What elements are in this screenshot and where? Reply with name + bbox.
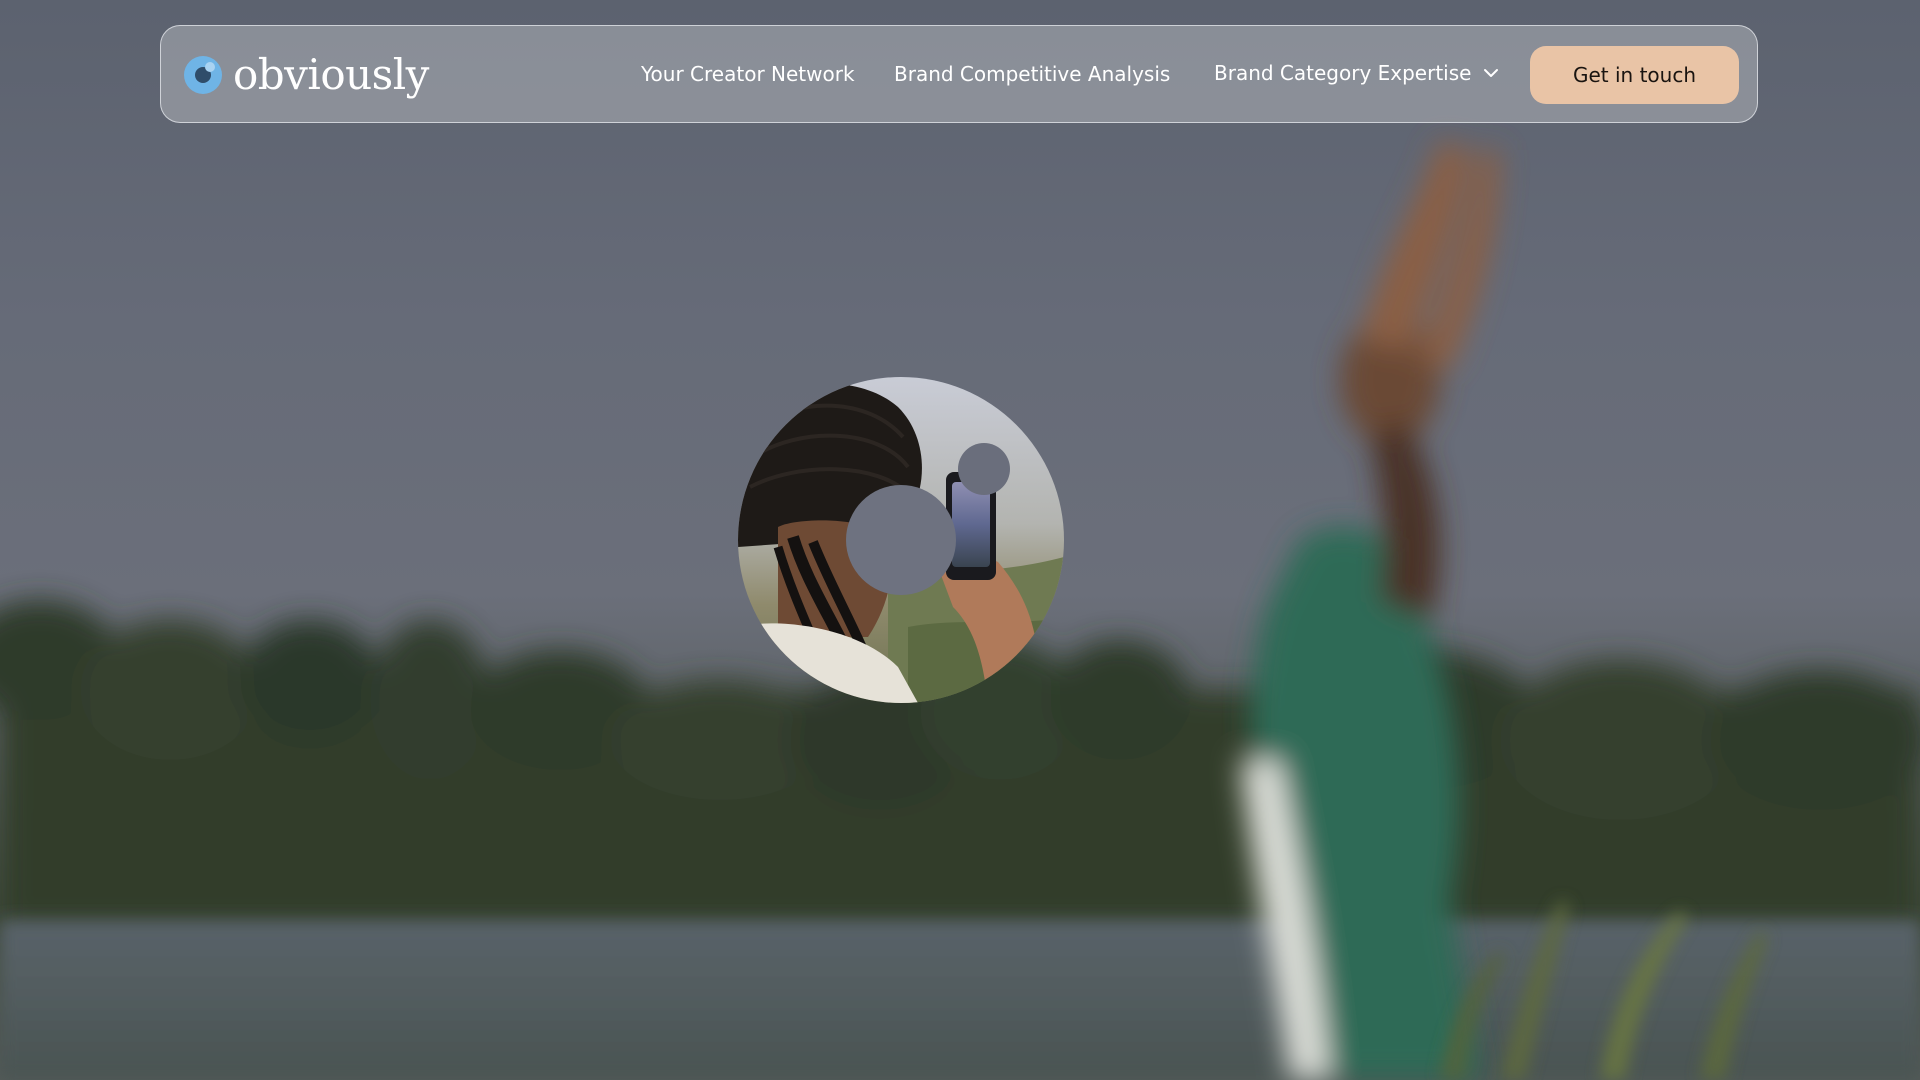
hero-creator-image: [738, 377, 1064, 703]
nav-link-creator-network[interactable]: Your Creator Network: [641, 62, 855, 86]
nav-link-brand-competitive-analysis[interactable]: Brand Competitive Analysis: [894, 62, 1170, 86]
nav-dropdown-brand-category-expertise[interactable]: Brand Category Expertise: [1214, 61, 1499, 85]
brand-logo[interactable]: obviously: [183, 50, 429, 100]
chevron-down-icon: [1484, 69, 1499, 77]
get-in-touch-button[interactable]: Get in touch: [1530, 46, 1739, 104]
nav-dropdown-label: Brand Category Expertise: [1214, 61, 1472, 85]
page: obviously Your Creator Network Brand Com…: [0, 0, 1920, 1080]
obviously-eye-logo-icon: [184, 56, 222, 94]
brand-name: obviously: [233, 50, 429, 99]
top-navigation-bar: obviously Your Creator Network Brand Com…: [160, 25, 1758, 123]
